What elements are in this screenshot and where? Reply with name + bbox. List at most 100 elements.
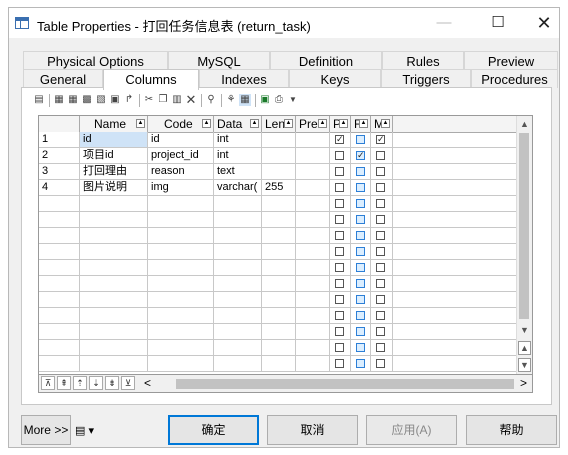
cell-data[interactable]: varchar( [214, 180, 262, 195]
cell-pre[interactable] [296, 308, 330, 323]
scroll-top-icon[interactable]: ▲ [518, 341, 531, 355]
close-button[interactable]: ✕ [521, 8, 567, 38]
cell-len[interactable] [262, 196, 296, 211]
cell-data[interactable] [214, 308, 262, 323]
tab-general[interactable]: General [23, 69, 103, 88]
delete-icon[interactable]: ✕ [185, 93, 197, 106]
checkbox-m[interactable] [376, 295, 385, 304]
checkbox-p[interactable] [335, 359, 344, 368]
tab-definition[interactable]: Definition [270, 51, 382, 70]
cell-name[interactable] [80, 276, 148, 291]
cell-len[interactable] [262, 212, 296, 227]
cell-len[interactable] [262, 260, 296, 275]
cell-len[interactable]: 255 [262, 180, 296, 195]
cell-code[interactable] [148, 308, 214, 323]
sort-icon[interactable]: ▲ [202, 119, 211, 128]
cell-pre[interactable] [296, 164, 330, 179]
sort-icon[interactable]: ▲ [339, 119, 348, 128]
checkbox-f[interactable] [356, 359, 365, 368]
sort-icon[interactable]: ▲ [359, 119, 368, 128]
more-button[interactable]: More >> [21, 415, 71, 445]
table-row[interactable]: 3 打回理由 reason text [39, 164, 519, 180]
tab-keys[interactable]: Keys [289, 69, 381, 88]
cell-data[interactable]: int [214, 148, 262, 163]
cell-name[interactable] [80, 324, 148, 339]
cell-code[interactable] [148, 228, 214, 243]
cell-pre[interactable] [296, 324, 330, 339]
scroll-right-icon[interactable]: > [520, 376, 527, 390]
cell-code[interactable] [148, 292, 214, 307]
cell-data[interactable] [214, 340, 262, 355]
maximize-button[interactable]: ☐ [475, 8, 521, 38]
table-row[interactable]: 4 图片说明 img varchar(255 [39, 180, 519, 196]
cell-pre[interactable] [296, 196, 330, 211]
cell-pre[interactable] [296, 148, 330, 163]
cell-data[interactable] [214, 244, 262, 259]
checkbox-f[interactable] [356, 183, 365, 192]
cell-pre[interactable] [296, 212, 330, 227]
checkbox-m[interactable] [376, 311, 385, 320]
checkbox-f[interactable] [356, 263, 365, 272]
table-row[interactable] [39, 196, 519, 212]
cell-pre[interactable] [296, 340, 330, 355]
checkbox-p[interactable] [335, 215, 344, 224]
cell-code[interactable]: project_id [148, 148, 214, 163]
table-row[interactable] [39, 356, 519, 372]
cell-code[interactable] [148, 244, 214, 259]
cell-data[interactable] [214, 356, 262, 371]
scroll-down-icon[interactable]: ▼ [517, 323, 532, 337]
cell-len[interactable] [262, 244, 296, 259]
table-row[interactable] [39, 228, 519, 244]
filter-icon[interactable]: ▣ [109, 94, 121, 106]
header-code[interactable]: Code ▲ [148, 116, 214, 132]
checkbox-f[interactable] [356, 199, 365, 208]
vertical-scroll-thumb[interactable] [519, 133, 529, 319]
checkbox-f[interactable] [356, 327, 365, 336]
tab-physical-options[interactable]: Physical Options [23, 51, 168, 70]
cell-name[interactable]: id [80, 132, 148, 147]
checkbox-m[interactable] [376, 327, 385, 336]
dropdown-icon[interactable]: ▼ [287, 94, 299, 106]
cell-pre[interactable] [296, 244, 330, 259]
checkbox-m[interactable] [376, 215, 385, 224]
checkbox-m[interactable] [376, 199, 385, 208]
cell-code[interactable] [148, 276, 214, 291]
checkbox-p[interactable] [335, 311, 344, 320]
arrow-icon[interactable]: ↱ [123, 94, 135, 106]
cell-data[interactable] [214, 324, 262, 339]
cell-name[interactable] [80, 356, 148, 371]
checkbox-f[interactable] [356, 343, 365, 352]
checkbox-f[interactable]: ✓ [356, 151, 365, 160]
checkbox-m[interactable] [376, 247, 385, 256]
table-row[interactable] [39, 308, 519, 324]
cell-pre[interactable] [296, 260, 330, 275]
tab-mysql[interactable]: MySQL [168, 51, 270, 70]
cell-name[interactable]: 打回理由 [80, 164, 148, 179]
cell-code[interactable] [148, 340, 214, 355]
properties-icon[interactable]: ▤ [33, 94, 45, 106]
sort-icon[interactable]: ▲ [136, 119, 145, 128]
sort-icon[interactable]: ▲ [381, 119, 390, 128]
scroll-up-icon[interactable]: ▲ [517, 117, 532, 131]
help-button[interactable]: 帮助 [466, 415, 557, 445]
checkbox-f[interactable] [356, 311, 365, 320]
table-row[interactable] [39, 276, 519, 292]
checkbox-m[interactable] [376, 183, 385, 192]
tab-columns[interactable]: Columns [103, 69, 199, 90]
cancel-button[interactable]: 取消 [267, 415, 358, 445]
checkbox-p[interactable] [335, 327, 344, 336]
checkbox-m[interactable] [376, 279, 385, 288]
checkbox-m[interactable] [376, 151, 385, 160]
table-row[interactable] [39, 324, 519, 340]
cell-data[interactable] [214, 196, 262, 211]
paste-icon[interactable]: ▥ [171, 94, 183, 106]
options-menu-icon[interactable]: ▤ ▾ [75, 424, 94, 437]
checkbox-f[interactable] [356, 279, 365, 288]
cell-len[interactable] [262, 308, 296, 323]
checkbox-p[interactable] [335, 343, 344, 352]
checkbox-m[interactable]: ✓ [376, 135, 385, 144]
add-rows-icon[interactable]: ▩ [81, 94, 93, 106]
table-row[interactable] [39, 212, 519, 228]
ok-button[interactable]: 确定 [168, 415, 259, 445]
header-name[interactable]: Name ▲ [80, 116, 148, 132]
